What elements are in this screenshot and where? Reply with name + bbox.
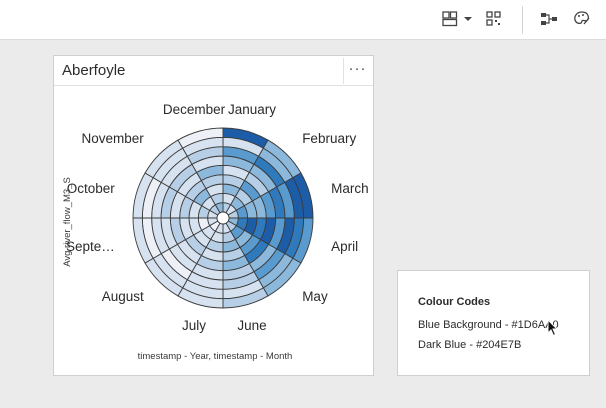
qr-grid-icon — [486, 11, 501, 26]
palette-icon — [574, 11, 590, 25]
chart-card: Aberfoyle ··· January February March April M… — [53, 55, 374, 376]
heatmap-cells — [132, 127, 314, 309]
mouse-pointer-icon — [547, 319, 559, 337]
month-label: June — [237, 318, 266, 333]
colour-codes-panel: Colour Codes Blue Background - #1D6AA0 D… — [397, 270, 590, 376]
x-axis-label: timestamp - Year, timestamp - Month — [138, 351, 293, 362]
layout-button[interactable] — [438, 6, 478, 32]
month-label: December — [163, 102, 226, 117]
radial-heatmap-chart: January February March April May June July Augu… — [62, 102, 369, 362]
theme-button[interactable] — [570, 6, 594, 32]
month-label: November — [82, 131, 145, 146]
month-label: October — [67, 181, 116, 196]
caret-down-icon — [464, 17, 472, 21]
month-label: April — [331, 239, 358, 254]
grid-button[interactable] — [482, 6, 506, 32]
month-label: May — [302, 289, 328, 304]
month-label: March — [331, 181, 369, 196]
toolbar-separator — [522, 6, 523, 34]
month-label: July — [182, 318, 206, 333]
colour-line-dark-blue: Dark Blue - #204E7B — [418, 339, 522, 351]
month-label: Septe… — [66, 239, 115, 254]
y-axis-label: Avg river_flow_M3_S — [62, 177, 73, 267]
chart-center — [216, 211, 230, 225]
month-label: January — [228, 102, 276, 117]
node-tree-icon — [541, 13, 557, 25]
tree-button[interactable] — [537, 6, 561, 32]
dashboard-layout-icon — [442, 11, 472, 27]
panel-title: Colour Codes — [418, 296, 491, 308]
month-label: August — [102, 289, 144, 304]
month-label: February — [302, 131, 356, 146]
colour-line-blue-background: Blue Background - #1D6AA0 — [418, 319, 559, 331]
top-toolbar — [0, 0, 606, 40]
